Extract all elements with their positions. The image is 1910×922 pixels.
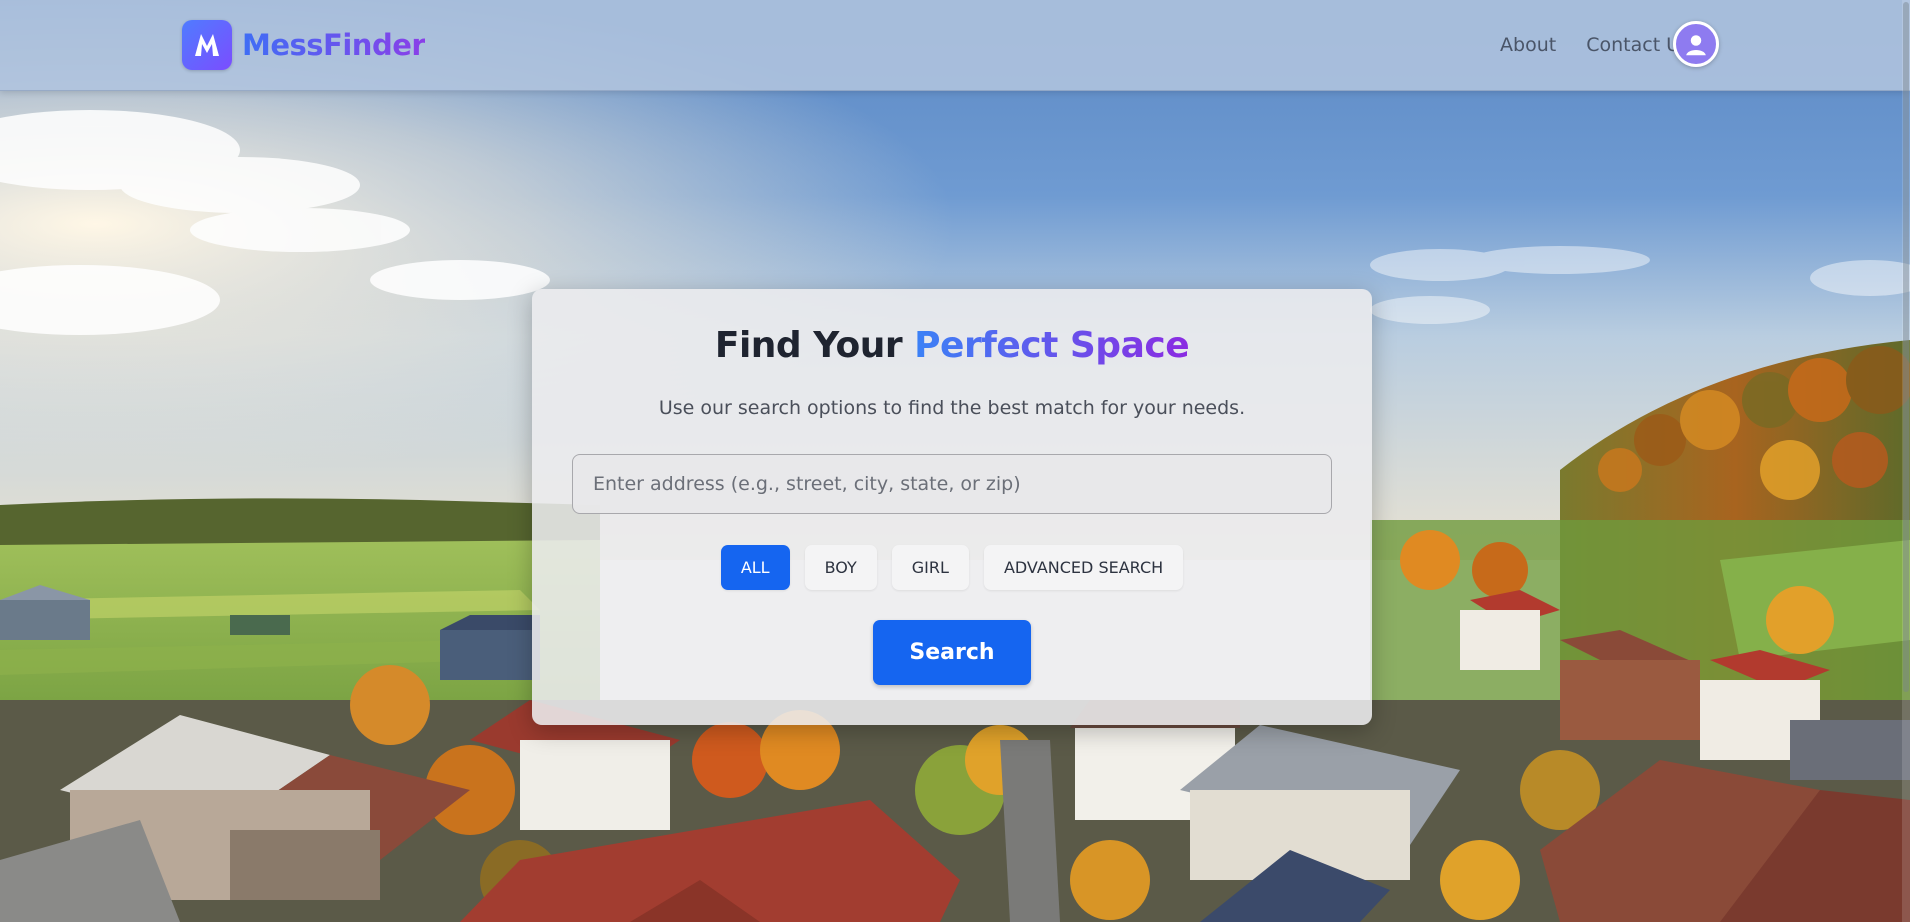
filter-boy-button[interactable]: BOY: [804, 545, 877, 590]
page: MessFinder About Contact Us Find Your Pe…: [0, 0, 1910, 922]
filter-girl-button[interactable]: GIRL: [891, 545, 969, 590]
nav-links: About Contact Us: [1500, 0, 1690, 90]
navbar: MessFinder About Contact Us: [0, 0, 1910, 91]
brand-name: MessFinder: [242, 28, 426, 62]
title-accent: Perfect Space: [914, 325, 1190, 366]
filter-all-button[interactable]: ALL: [720, 545, 790, 590]
search-button[interactable]: Search: [873, 620, 1031, 685]
nav-link-about[interactable]: About: [1500, 34, 1556, 56]
filter-group: ALL BOY GIRL ADVANCED SEARCH: [532, 545, 1372, 590]
scrollbar[interactable]: [1902, 0, 1910, 922]
user-icon: [1686, 35, 1706, 56]
page-title: Find Your Perfect Space: [532, 325, 1372, 366]
page-subtitle: Use our search options to find the best …: [658, 397, 1246, 419]
advanced-search-button[interactable]: ADVANCED SEARCH: [983, 545, 1184, 590]
logo-icon: [182, 20, 232, 70]
title-prefix: Find Your: [714, 325, 915, 366]
address-search-input[interactable]: [572, 454, 1332, 514]
avatar-button[interactable]: [1673, 21, 1719, 67]
search-card: Find Your Perfect Space Use our search o…: [532, 289, 1372, 725]
scrollbar-thumb[interactable]: [1903, 2, 1909, 692]
brand-link[interactable]: MessFinder: [182, 20, 426, 70]
